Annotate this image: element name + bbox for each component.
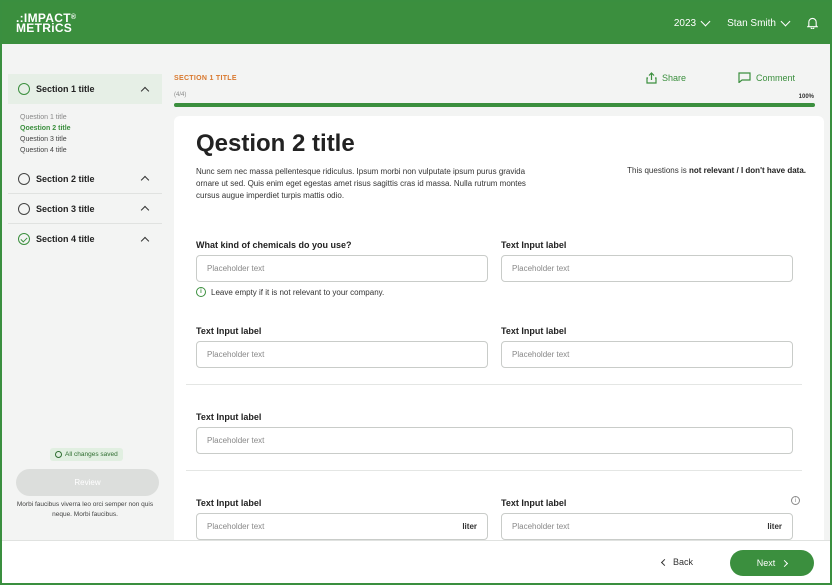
progress-count: (4/4) — [174, 92, 187, 98]
field-label: What kind of chemicals do you use? — [196, 240, 352, 250]
not-relevant-link[interactable]: not relevant / I don't have data. — [689, 166, 806, 175]
text-input-field-3: Text Input label Placeholder text — [196, 326, 488, 368]
chemicals-field: What kind of chemicals do you use? Place… — [196, 240, 488, 282]
question-card: Qestion 2 title Nunc sem nec massa pelle… — [174, 116, 824, 542]
next-button[interactable]: Next — [730, 550, 814, 576]
question-item-4[interactable]: Question 4 title — [20, 145, 168, 156]
comment-icon — [738, 72, 751, 83]
relevance-text: This questions is not relevant / I don't… — [627, 166, 806, 175]
unit-label: liter — [767, 522, 782, 531]
hint-text: Leave empty if it is not relevant to you… — [211, 287, 385, 297]
hint: i Leave empty if it is not relevant to y… — [196, 287, 384, 297]
comment-label: Comment — [756, 72, 796, 83]
section-title: Section 1 title — [36, 84, 95, 94]
top-bar: .:IMPACT® METRiCS 2023 Stan Smith — [2, 2, 830, 44]
breadcrumb: SECTION 1 TITLE — [174, 75, 237, 82]
divider — [186, 470, 802, 471]
text-input-field-7: Text Input label Placeholder text liter — [501, 498, 793, 540]
sidebar-section-3[interactable]: Section 3 title — [8, 194, 162, 224]
relevance-prefix: This questions is — [627, 166, 689, 175]
check-icon — [55, 451, 62, 458]
question-list: Question 1 title Qoestion 2 title Questi… — [2, 104, 168, 164]
question-item-3[interactable]: Question 3 title — [20, 134, 168, 145]
user-name: Stan Smith — [727, 17, 776, 29]
circle-icon — [18, 83, 30, 95]
bottom-bar: Back Next — [2, 540, 830, 583]
info-icon[interactable]: i — [791, 496, 800, 505]
chevron-down-icon — [700, 16, 711, 27]
share-button[interactable]: Share — [646, 72, 686, 84]
saved-badge-text: All changes saved — [65, 451, 118, 458]
chevron-up-icon — [140, 175, 150, 185]
check-circle-icon — [18, 233, 30, 245]
sidebar-section-1[interactable]: Section 1 title — [8, 74, 162, 104]
share-icon — [646, 72, 657, 84]
review-button[interactable]: Review — [16, 469, 159, 496]
comment-button[interactable]: Comment — [738, 72, 795, 83]
question-description: Nunc sem nec massa pellentesque ridiculu… — [196, 167, 526, 200]
text-input-field-2: Text Input label Placeholder text — [501, 240, 793, 282]
question-title: Qestion 2 title — [196, 130, 355, 157]
user-dropdown[interactable]: Stan Smith — [727, 16, 791, 29]
chevron-down-icon — [780, 16, 791, 27]
text-input-4[interactable]: Placeholder text — [501, 341, 793, 368]
section-title: Section 4 title — [36, 234, 95, 244]
main-content: SECTION 1 TITLE Share Comment (4/4) 100%… — [168, 44, 830, 542]
text-input-field-4: Text Input label Placeholder text — [501, 326, 793, 368]
chevron-up-icon — [140, 86, 150, 95]
section-title: Section 2 title — [36, 173, 95, 184]
chevron-up-icon — [140, 236, 150, 245]
placeholder: Placeholder text — [207, 436, 265, 445]
saved-badge: All changes saved — [50, 448, 123, 461]
chevron-right-icon — [781, 559, 789, 567]
sidebar-section-4[interactable]: Section 4 title — [8, 224, 162, 254]
field-label: Text Input label — [196, 326, 262, 336]
circle-icon — [18, 202, 30, 215]
text-input-2[interactable]: Placeholder text — [501, 255, 793, 282]
placeholder: Placeholder text — [512, 350, 570, 359]
text-input-field-5: Text Input label Placeholder text — [196, 412, 793, 454]
share-label: Share — [662, 73, 687, 83]
text-input-7[interactable]: Placeholder text liter — [501, 513, 793, 540]
field-label: Text Input label — [501, 240, 567, 250]
placeholder: Placeholder text — [512, 264, 570, 273]
chevron-left-icon — [660, 558, 669, 566]
unit-label: liter — [462, 522, 477, 531]
info-icon: i — [196, 287, 206, 297]
chemicals-input[interactable]: Placeholder text — [196, 255, 488, 282]
question-item-1[interactable]: Question 1 title — [20, 112, 168, 123]
logo[interactable]: .:IMPACT® METRiCS — [16, 12, 76, 35]
text-input-field-6: Text Input label Placeholder text liter — [196, 498, 488, 540]
field-label: Text Input label — [501, 498, 567, 508]
progress-fill — [174, 103, 815, 107]
divider — [186, 384, 802, 385]
next-label: Next — [756, 558, 776, 568]
placeholder: Placeholder text — [512, 522, 570, 531]
bell-icon[interactable] — [807, 17, 818, 29]
field-label: Text Input label — [501, 326, 567, 336]
progress-bar — [174, 103, 815, 107]
text-input-6[interactable]: Placeholder text liter — [196, 513, 488, 540]
back-label: Back — [673, 557, 694, 567]
question-item-2[interactable]: Qoestion 2 title — [20, 123, 168, 134]
year-label: 2023 — [673, 17, 697, 29]
chevron-up-icon — [140, 205, 150, 215]
progress-percent: 100% — [798, 94, 814, 100]
circle-icon — [18, 172, 30, 185]
section-title: Section 3 title — [36, 203, 95, 214]
text-input-3[interactable]: Placeholder text — [196, 341, 488, 368]
sidebar-note: Morbi faucibus viverra leo orci semper n… — [16, 501, 154, 518]
field-label: Text Input label — [196, 498, 262, 508]
placeholder: Placeholder text — [207, 350, 265, 359]
sidebar-section-2[interactable]: Section 2 title — [8, 164, 162, 194]
placeholder: Placeholder text — [207, 264, 265, 273]
logo-bottom-text: METRiCS — [16, 21, 73, 35]
back-button[interactable]: Back — [660, 557, 694, 567]
text-input-5[interactable]: Placeholder text — [196, 427, 793, 454]
year-dropdown[interactable]: 2023 — [673, 16, 711, 29]
sidebar: Section 1 title Question 1 title Qoestio… — [2, 44, 168, 540]
field-label: Text Input label — [196, 412, 262, 422]
placeholder: Placeholder text — [207, 522, 265, 531]
